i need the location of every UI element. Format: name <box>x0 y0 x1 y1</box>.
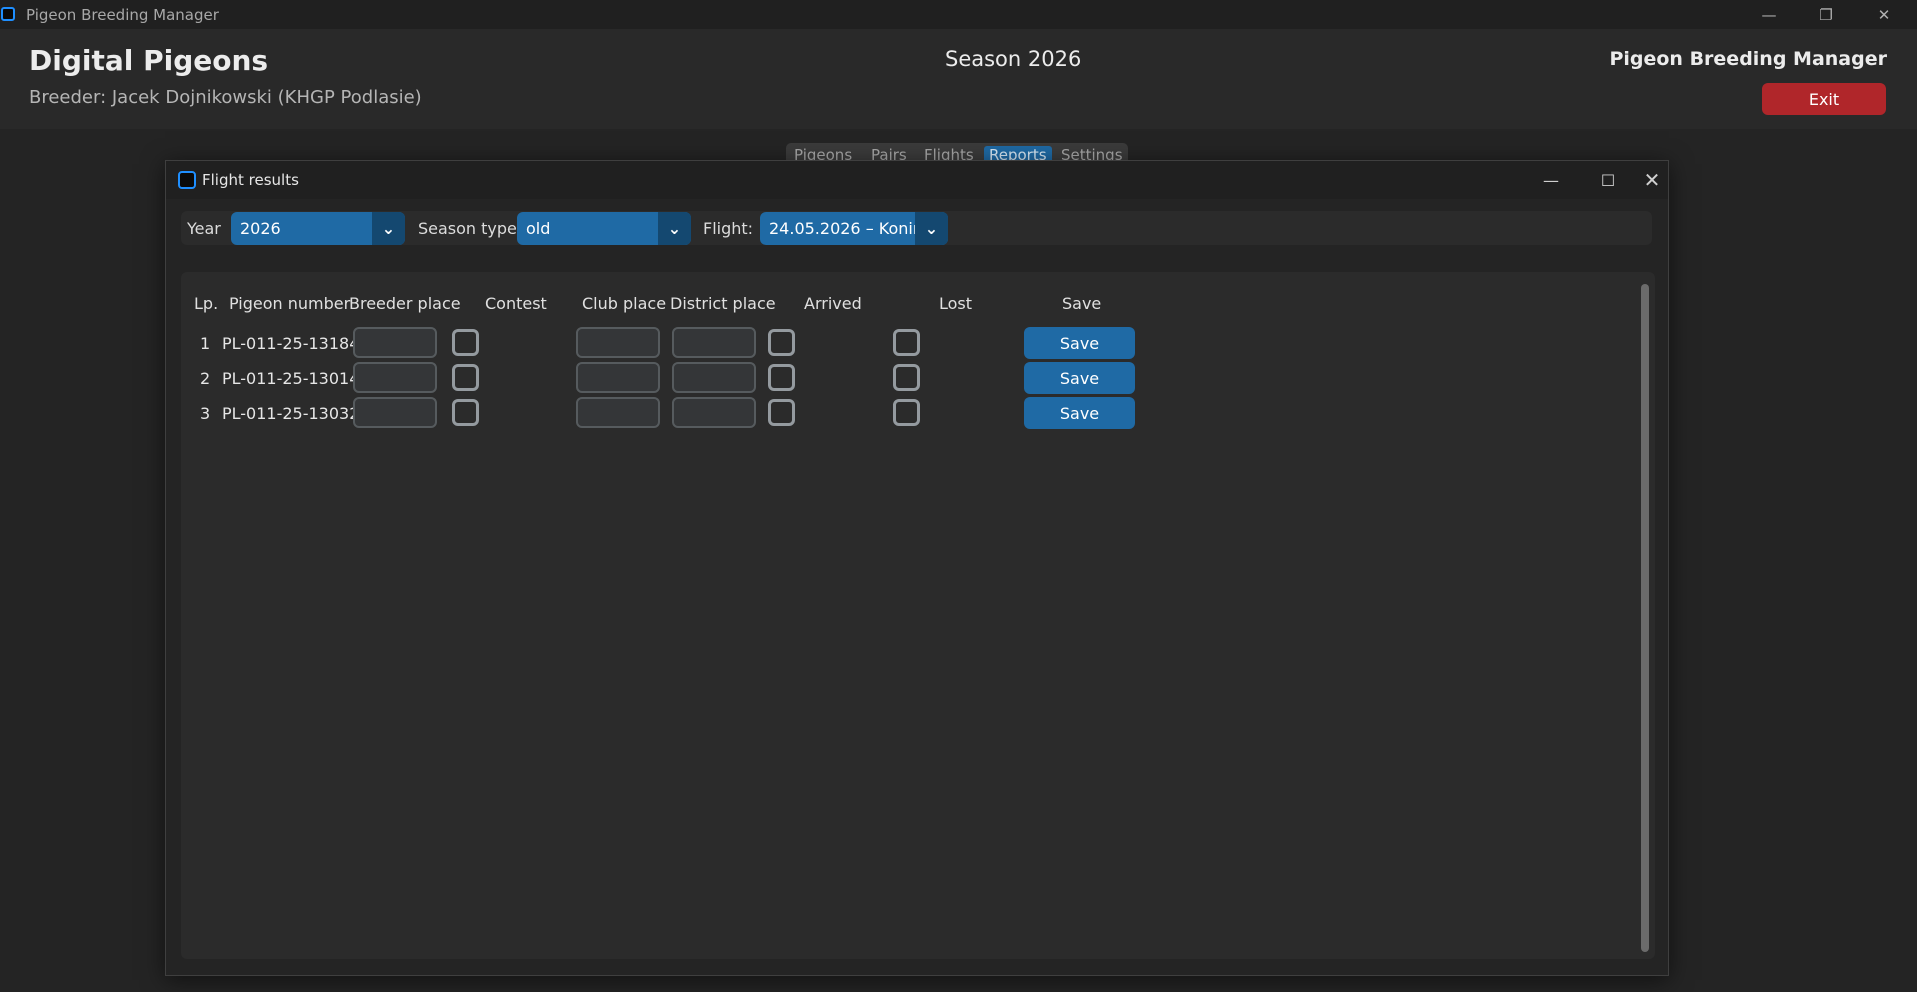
contest-checkbox[interactable] <box>452 329 479 356</box>
flight-combobox[interactable]: 24.05.2026 – Konin ⌄ <box>760 212 948 245</box>
col-header-pigeon-number: Pigeon number <box>229 294 351 313</box>
os-titlebar: Pigeon Breeding Manager — ❐ ✕ <box>0 0 1917 29</box>
app-header <box>0 29 1917 129</box>
flight-results-dialog: Flight results — ☐ ✕ Year 2026 ⌄ Season … <box>165 160 1669 976</box>
results-panel: Lp. Pigeon number Breeder place Contest … <box>181 272 1655 959</box>
restore-icon[interactable]: ❐ <box>1802 0 1850 29</box>
col-header-arrived: Arrived <box>804 294 862 313</box>
year-label: Year <box>187 219 221 238</box>
contest-checkbox[interactable] <box>452 399 479 426</box>
minimize-icon[interactable]: — <box>1745 0 1793 29</box>
year-value: 2026 <box>240 219 281 238</box>
scrollbar-thumb[interactable] <box>1641 284 1649 952</box>
dialog-titlebar: Flight results — ☐ ✕ <box>166 161 1668 199</box>
col-header-district-place: District place <box>670 294 776 313</box>
breeder-info: Breeder: Jacek Dojnikowski (KHGP Podlasi… <box>29 87 422 108</box>
arrived-checkbox[interactable] <box>768 364 795 391</box>
arrived-checkbox[interactable] <box>768 329 795 356</box>
breeder-place-input[interactable] <box>353 327 437 358</box>
os-window-title: Pigeon Breeding Manager <box>26 6 219 24</box>
year-combobox[interactable]: 2026 ⌄ <box>231 212 405 245</box>
club-place-input[interactable] <box>576 362 660 393</box>
district-place-input[interactable] <box>672 327 756 358</box>
breeder-place-input[interactable] <box>353 362 437 393</box>
club-place-input[interactable] <box>576 397 660 428</box>
chevron-down-icon[interactable]: ⌄ <box>372 212 405 245</box>
app-title: Digital Pigeons <box>29 44 269 77</box>
dialog-minimize-icon[interactable]: — <box>1522 161 1580 199</box>
dialog-app-icon <box>178 171 196 189</box>
club-place-input[interactable] <box>576 327 660 358</box>
filter-bar: Year 2026 ⌄ Season type old ⌄ Flight: 24… <box>181 211 1652 245</box>
season-type-value: old <box>526 219 551 238</box>
exit-button[interactable]: Exit <box>1762 83 1886 115</box>
district-place-input[interactable] <box>672 362 756 393</box>
lost-checkbox[interactable] <box>893 364 920 391</box>
row-lp: 2 <box>200 369 211 388</box>
app-name-label: Pigeon Breeding Manager <box>1609 48 1887 70</box>
row-pigeon-number: PL-011-25-13184 <box>222 334 360 353</box>
save-row-button[interactable]: Save <box>1024 327 1135 359</box>
chevron-down-icon[interactable]: ⌄ <box>915 212 948 245</box>
season-type-combobox[interactable]: old ⌄ <box>517 212 691 245</box>
contest-checkbox[interactable] <box>452 364 479 391</box>
col-header-club-place: Club place <box>582 294 667 313</box>
lost-checkbox[interactable] <box>893 329 920 356</box>
dialog-close-icon[interactable]: ✕ <box>1637 161 1667 199</box>
season-type-label: Season type <box>418 219 517 238</box>
lost-checkbox[interactable] <box>893 399 920 426</box>
col-header-breeder-place: Breeder place <box>349 294 461 313</box>
breeder-place-input[interactable] <box>353 397 437 428</box>
row-pigeon-number: PL-011-25-13032 <box>222 404 360 423</box>
row-lp: 1 <box>200 334 211 353</box>
save-row-button[interactable]: Save <box>1024 362 1135 394</box>
close-icon[interactable]: ✕ <box>1860 0 1908 29</box>
dialog-title: Flight results <box>202 171 299 189</box>
row-pigeon-number: PL-011-25-13014 <box>222 369 360 388</box>
flight-label: Flight: <box>703 219 754 238</box>
col-header-contest: Contest <box>485 294 547 313</box>
col-header-lost: Lost <box>939 294 973 313</box>
vertical-scrollbar[interactable] <box>1639 284 1651 952</box>
chevron-down-icon[interactable]: ⌄ <box>658 212 691 245</box>
season-label: Season 2026 <box>945 47 1082 71</box>
app-logo-icon <box>1 7 15 21</box>
save-row-button[interactable]: Save <box>1024 397 1135 429</box>
arrived-checkbox[interactable] <box>768 399 795 426</box>
dialog-maximize-icon[interactable]: ☐ <box>1579 161 1637 199</box>
flight-value: 24.05.2026 – Konin <box>769 219 923 238</box>
col-header-save: Save <box>1062 294 1102 313</box>
row-lp: 3 <box>200 404 211 423</box>
col-header-lp: Lp. <box>194 294 219 313</box>
district-place-input[interactable] <box>672 397 756 428</box>
